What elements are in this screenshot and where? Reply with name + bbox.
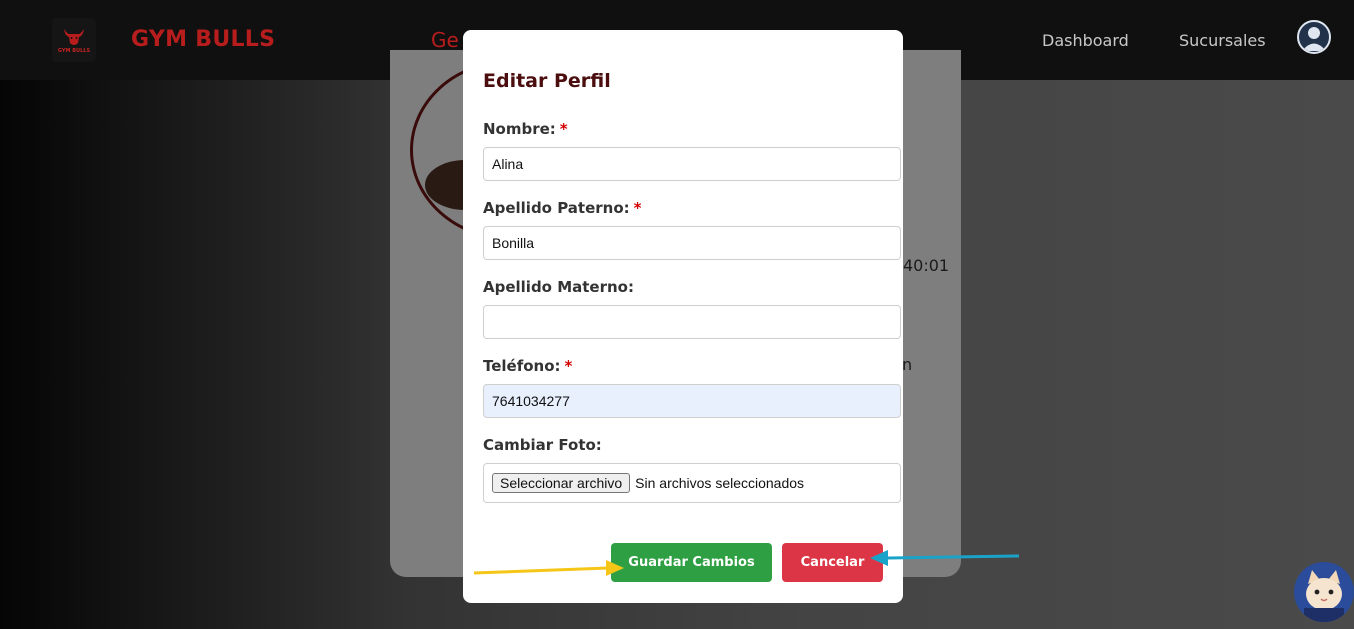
nombre-label: Nombre: * [483,120,568,138]
apellido-materno-label-text: Apellido Materno: [483,278,634,296]
brand-name[interactable]: GYM BULLS [131,27,275,52]
file-status-text: Sin archivos seleccionados [635,475,805,491]
telefono-label-text: Teléfono: [483,357,561,375]
nombre-input[interactable] [483,147,901,181]
telefono-label: Teléfono: * [483,357,572,375]
user-icon [1302,27,1326,51]
background-partial-text: n [902,355,913,374]
cancel-button[interactable]: Cancelar [782,543,883,582]
cambiar-foto-label: Cambiar Foto: [483,436,602,454]
nombre-label-text: Nombre: [483,120,556,138]
background-time-text: 40:01 [903,256,950,275]
apellido-paterno-label-text: Apellido Paterno: [483,199,630,217]
nav-link-dashboard[interactable]: Dashboard [1042,31,1129,50]
bull-icon [64,29,84,45]
photo-file-input[interactable]: Seleccionar archivo Sin archivos selecci… [483,463,901,503]
telefono-input[interactable] [483,384,901,418]
edit-profile-modal: Editar Perfil Nombre:* Apellido Paterno:… [463,30,903,603]
save-changes-button[interactable]: Guardar Cambios [611,543,772,582]
nav-link-partial[interactable]: Ge [431,28,459,52]
nav-link-sucursales[interactable]: Sucursales [1179,31,1266,50]
required-marker: * [633,199,642,217]
gym-bulls-logo[interactable]: GYM BULLS [52,18,96,62]
apellido-materno-label: Apellido Materno: [483,278,634,296]
required-marker: * [564,357,573,375]
apellido-materno-input[interactable] [483,305,901,339]
logo-text: GYM BULLS [57,48,91,54]
select-file-button[interactable]: Seleccionar archivo [492,473,631,493]
required-marker: * [559,120,568,138]
user-avatar[interactable] [1297,20,1331,54]
modal-title: Editar Perfil [483,70,611,92]
cat-assistant-avatar[interactable] [1294,562,1354,622]
apellido-paterno-label: Apellido Paterno: * [483,199,642,217]
apellido-paterno-input[interactable] [483,226,901,260]
cat-icon [1304,570,1344,622]
